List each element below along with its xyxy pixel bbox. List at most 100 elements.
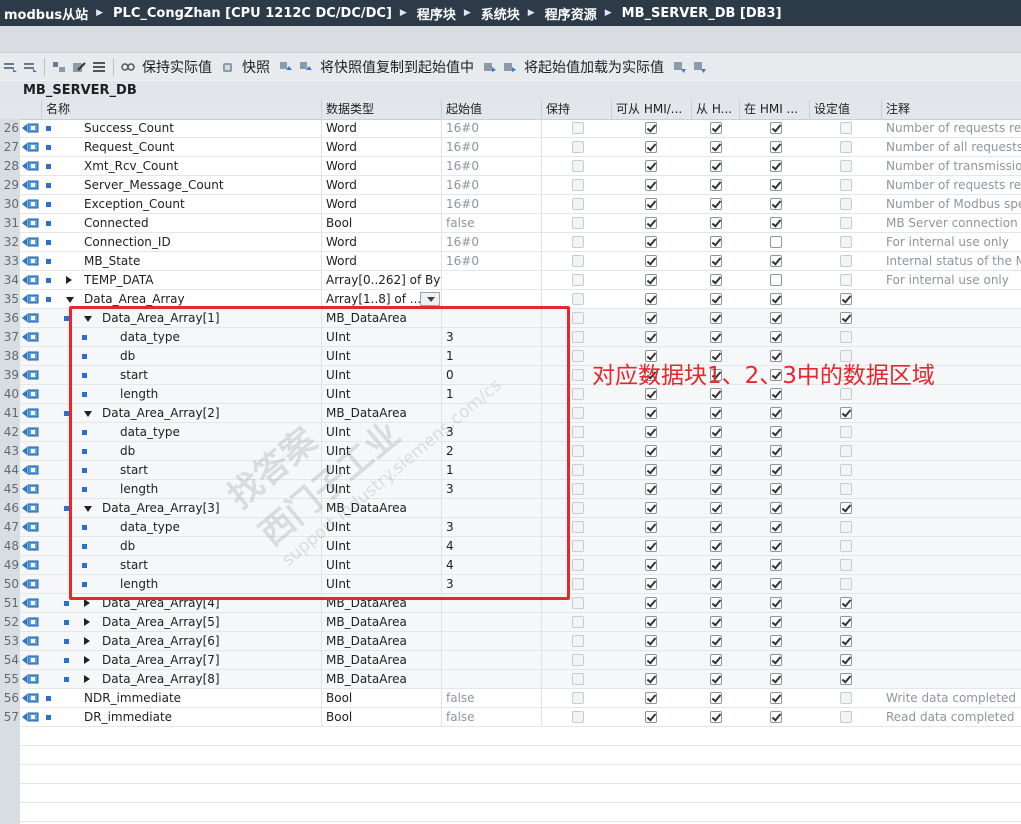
cell-name[interactable]: NDR_immediate (80, 689, 322, 708)
cell-start-value[interactable]: 16#0 (442, 195, 542, 214)
checkbox-h1[interactable] (645, 502, 657, 514)
cell-comment[interactable] (882, 480, 1021, 499)
checkbox-retain[interactable] (572, 179, 584, 191)
checkbox-h3[interactable] (770, 160, 782, 172)
download-icon[interactable] (673, 61, 687, 73)
table-row[interactable]: 41 Data_Area_Array[2] MB_DataArea (0, 404, 1021, 423)
checkbox-sp[interactable] (840, 160, 852, 172)
cell-datatype[interactable]: MB_DataArea (322, 670, 442, 689)
checkbox-h3[interactable] (770, 597, 782, 609)
cell-comment[interactable] (882, 575, 1021, 594)
checkbox-h2[interactable] (710, 521, 722, 533)
table-row[interactable]: 32 Connection_ID Word 16#0 For internal use … (0, 233, 1021, 252)
cell-start-value[interactable] (442, 309, 542, 328)
cell-comment[interactable] (882, 518, 1021, 537)
checkbox-retain[interactable] (572, 293, 584, 305)
checkbox-h2[interactable] (710, 141, 722, 153)
checkbox-h2[interactable] (710, 179, 722, 191)
checkbox-h2[interactable] (710, 160, 722, 172)
cell-start-value[interactable]: 16#0 (442, 252, 542, 271)
cell-start-value[interactable] (442, 670, 542, 689)
checkbox-h3[interactable] (770, 540, 782, 552)
load-start-as-actual-button[interactable]: 将起始值加载为实际值 (524, 57, 664, 77)
cell-name[interactable]: data_type (116, 328, 322, 347)
checkbox-retain[interactable] (572, 445, 584, 457)
cell-datatype[interactable]: UInt (322, 518, 442, 537)
checkbox-h2[interactable] (710, 654, 722, 666)
checkbox-sp[interactable] (840, 331, 852, 343)
table-row[interactable]: 55 Data_Area_Array[8] MB_DataArea (0, 670, 1021, 689)
checkbox-h1[interactable] (645, 635, 657, 647)
table-row[interactable]: 33 MB_State Word 16#0 Internal status of the… (0, 252, 1021, 271)
breadcrumb-item[interactable]: 程序资源 (541, 4, 597, 23)
checkbox-retain[interactable] (572, 540, 584, 552)
cell-comment[interactable]: For internal use only (882, 233, 1021, 252)
cell-comment[interactable] (882, 461, 1021, 480)
table-row[interactable]: 49 start UInt 4 (0, 556, 1021, 575)
cell-datatype[interactable]: UInt (322, 442, 442, 461)
checkbox-h1[interactable] (645, 673, 657, 685)
cell-datatype[interactable]: Word (322, 138, 442, 157)
checkbox-h2[interactable] (710, 540, 722, 552)
cell-start-value[interactable]: 3 (442, 328, 542, 347)
checkbox-h3[interactable] (770, 179, 782, 191)
table-row[interactable]: 57 DR_immediate Bool false Read data complet… (0, 708, 1021, 727)
datatype-dropdown-button[interactable] (420, 292, 440, 306)
checkbox-h2[interactable] (710, 217, 722, 229)
cell-name[interactable]: length (116, 480, 322, 499)
checkbox-h3[interactable] (770, 236, 782, 248)
checkbox-h1[interactable] (645, 407, 657, 419)
copy-snapshot-icon[interactable] (279, 61, 293, 73)
checkbox-sp[interactable] (840, 217, 852, 229)
checkbox-h1[interactable] (645, 198, 657, 210)
checkbox-retain[interactable] (572, 141, 584, 153)
cell-name[interactable]: MB_State (80, 252, 322, 271)
checkbox-h1[interactable] (645, 597, 657, 609)
checkbox-sp[interactable] (840, 559, 852, 571)
expand-triangle-icon[interactable] (84, 618, 90, 626)
table-row[interactable]: 50 length UInt 3 (0, 575, 1021, 594)
checkbox-sp[interactable] (840, 654, 852, 666)
cell-name[interactable]: Data_Area_Array (80, 290, 322, 309)
checkbox-h2[interactable] (710, 122, 722, 134)
cell-start-value[interactable]: 3 (442, 575, 542, 594)
table-row[interactable]: 31 Connected Bool false MB Server connection… (0, 214, 1021, 233)
checkbox-sp[interactable] (840, 141, 852, 153)
breadcrumb-item[interactable]: PLC_CongZhan [CPU 1212C DC/DC/DC] (109, 6, 392, 21)
cell-datatype[interactable]: MB_DataArea (322, 499, 442, 518)
cell-datatype[interactable]: UInt (322, 575, 442, 594)
cell-datatype[interactable]: UInt (322, 423, 442, 442)
checkbox-retain[interactable] (572, 217, 584, 229)
cell-comment[interactable] (882, 594, 1021, 613)
table-row[interactable]: 53 Data_Area_Array[6] MB_DataArea (0, 632, 1021, 651)
cell-start-value[interactable] (442, 651, 542, 670)
checkbox-retain[interactable] (572, 559, 584, 571)
cell-datatype[interactable]: UInt (322, 328, 442, 347)
checkbox-h2[interactable] (710, 502, 722, 514)
cell-start-value[interactable] (442, 632, 542, 651)
checkbox-sp[interactable] (840, 293, 852, 305)
checkbox-retain[interactable] (572, 369, 584, 381)
checkbox-sp[interactable] (840, 426, 852, 438)
cell-comment[interactable]: Number of transmissions (882, 157, 1021, 176)
checkbox-retain[interactable] (572, 521, 584, 533)
cell-datatype[interactable]: UInt (322, 537, 442, 556)
cell-name[interactable]: start (116, 556, 322, 575)
cell-comment[interactable] (882, 632, 1021, 651)
checkbox-retain[interactable] (572, 616, 584, 628)
column-header-comment[interactable]: 注释 (882, 100, 1021, 119)
checkbox-h2[interactable] (710, 559, 722, 571)
cell-datatype[interactable]: MB_DataArea (322, 309, 442, 328)
cell-name[interactable]: Data_Area_Array[5] (98, 613, 322, 632)
checkbox-h1[interactable] (645, 312, 657, 324)
checkbox-h3[interactable] (770, 122, 782, 134)
cell-comment[interactable]: For internal use only (882, 271, 1021, 290)
cell-name[interactable]: db (116, 442, 322, 461)
checkbox-h1[interactable] (645, 293, 657, 305)
cell-start-value[interactable]: 2 (442, 442, 542, 461)
checkbox-retain[interactable] (572, 426, 584, 438)
breadcrumb-item[interactable]: 系统块 (477, 4, 520, 23)
checkbox-retain[interactable] (572, 597, 584, 609)
table-row[interactable]: 34 TEMP_DATA Array[0..262] of Byte For inte… (0, 271, 1021, 290)
load-alt-icon[interactable] (503, 61, 517, 73)
